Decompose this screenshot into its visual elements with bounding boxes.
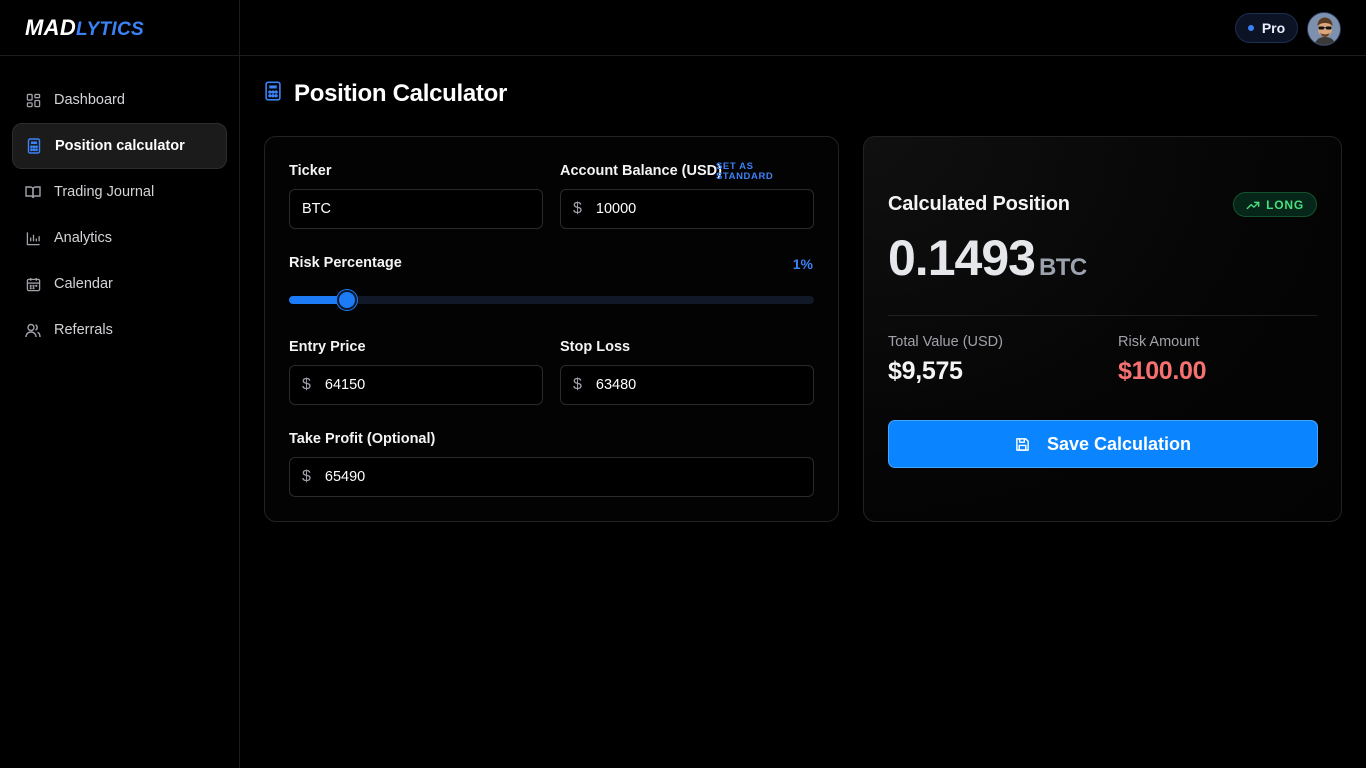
total-value-label: Total Value (USD): [888, 334, 1003, 350]
ticker-value: BTC: [302, 201, 331, 217]
risk-amount-label: Risk Amount: [1118, 334, 1200, 350]
risk-slider-handle[interactable]: [337, 290, 357, 310]
set-as-standard-link[interactable]: SET AS STANDARD: [716, 162, 796, 182]
divider: [888, 315, 1317, 316]
sidebar-item-position-calculator[interactable]: Position calculator: [12, 123, 227, 169]
entry-price-input[interactable]: $ 64150: [289, 365, 543, 405]
save-icon: [1015, 436, 1031, 452]
take-profit-value: 65490: [324, 469, 366, 485]
brand-logo[interactable]: MADLYTICS: [0, 0, 239, 56]
brand-part-2: LYTICS: [76, 18, 144, 40]
sidebar-item-label: Position calculator: [55, 138, 185, 154]
avatar[interactable]: [1307, 12, 1341, 46]
account-balance-input[interactable]: $ 10000: [560, 189, 814, 229]
calculator-icon: [264, 81, 284, 101]
account-balance-label: Account Balance (USD): [560, 163, 722, 179]
sidebar-item-label: Referrals: [54, 322, 113, 338]
sidebar-item-calendar[interactable]: Calendar: [12, 261, 227, 307]
calculated-position-card: Calculated Position LONG 0.1493 BTC Total…: [863, 136, 1342, 522]
sidebar-item-label: Analytics: [54, 230, 113, 246]
page-header: Position Calculator: [264, 80, 507, 108]
sidebar: MADLYTICS Dashboard Position calculator …: [0, 0, 240, 768]
dollar-icon: $: [573, 376, 582, 393]
save-calculation-label: Save Calculation: [1046, 433, 1192, 454]
stop-loss-value: 63480: [595, 377, 637, 393]
trending-up-icon: [1246, 198, 1260, 212]
dollar-icon: $: [302, 376, 311, 393]
plan-label: Pro: [1261, 20, 1286, 36]
risk-amount: $100.00: [1118, 357, 1207, 385]
entry-price-label: Entry Price: [289, 339, 366, 355]
sidebar-item-label: Dashboard: [54, 92, 125, 108]
grid-icon: [25, 92, 41, 108]
topbar: Pro: [240, 0, 1366, 56]
account-balance-value: 10000: [595, 201, 637, 217]
risk-percentage-value: 1%: [792, 256, 813, 272]
entry-price-value: 64150: [324, 377, 366, 393]
sidebar-item-label: Calendar: [54, 276, 113, 292]
book-icon: [25, 184, 41, 200]
sidebar-item-trading-journal[interactable]: Trading Journal: [12, 169, 227, 215]
sidebar-item-referrals[interactable]: Referrals: [12, 307, 227, 353]
plan-badge[interactable]: Pro: [1235, 13, 1298, 43]
stop-loss-input[interactable]: $ 63480: [560, 365, 814, 405]
dollar-icon: $: [573, 200, 582, 217]
dollar-icon: $: [302, 468, 311, 485]
total-value: $9,575: [888, 357, 963, 385]
users-icon: [25, 322, 41, 338]
position-size-unit: BTC: [1038, 254, 1087, 281]
risk-slider[interactable]: [289, 290, 814, 310]
calculator-icon: [26, 138, 42, 154]
position-size-value: 0.1493: [888, 230, 1036, 286]
sidebar-item-dashboard[interactable]: Dashboard: [12, 77, 227, 123]
risk-percentage-label: Risk Percentage: [289, 255, 402, 271]
save-calculation-button[interactable]: Save Calculation: [888, 420, 1318, 468]
page-title: Position Calculator: [294, 80, 507, 107]
calculator-form-card: Ticker BTC Account Balance (USD) SET AS …: [264, 136, 839, 522]
direction-badge: LONG: [1233, 192, 1317, 217]
direction-label: LONG: [1266, 197, 1304, 212]
result-title: Calculated Position: [888, 193, 1070, 215]
brand-part-1: MAD: [25, 14, 77, 40]
take-profit-label: Take Profit (Optional): [289, 431, 436, 447]
ticker-label: Ticker: [289, 163, 332, 179]
take-profit-input[interactable]: $ 65490: [289, 457, 814, 497]
status-dot-icon: [1247, 25, 1254, 31]
ticker-input[interactable]: BTC: [289, 189, 543, 229]
stop-loss-label: Stop Loss: [560, 339, 631, 355]
sidebar-item-analytics[interactable]: Analytics: [12, 215, 227, 261]
sidebar-nav: Dashboard Position calculator Trading Jo…: [0, 56, 239, 353]
bar-chart-icon: [25, 230, 41, 246]
calendar-icon: [25, 276, 41, 292]
position-size: 0.1493 BTC: [888, 229, 1087, 287]
sidebar-item-label: Trading Journal: [54, 184, 155, 200]
